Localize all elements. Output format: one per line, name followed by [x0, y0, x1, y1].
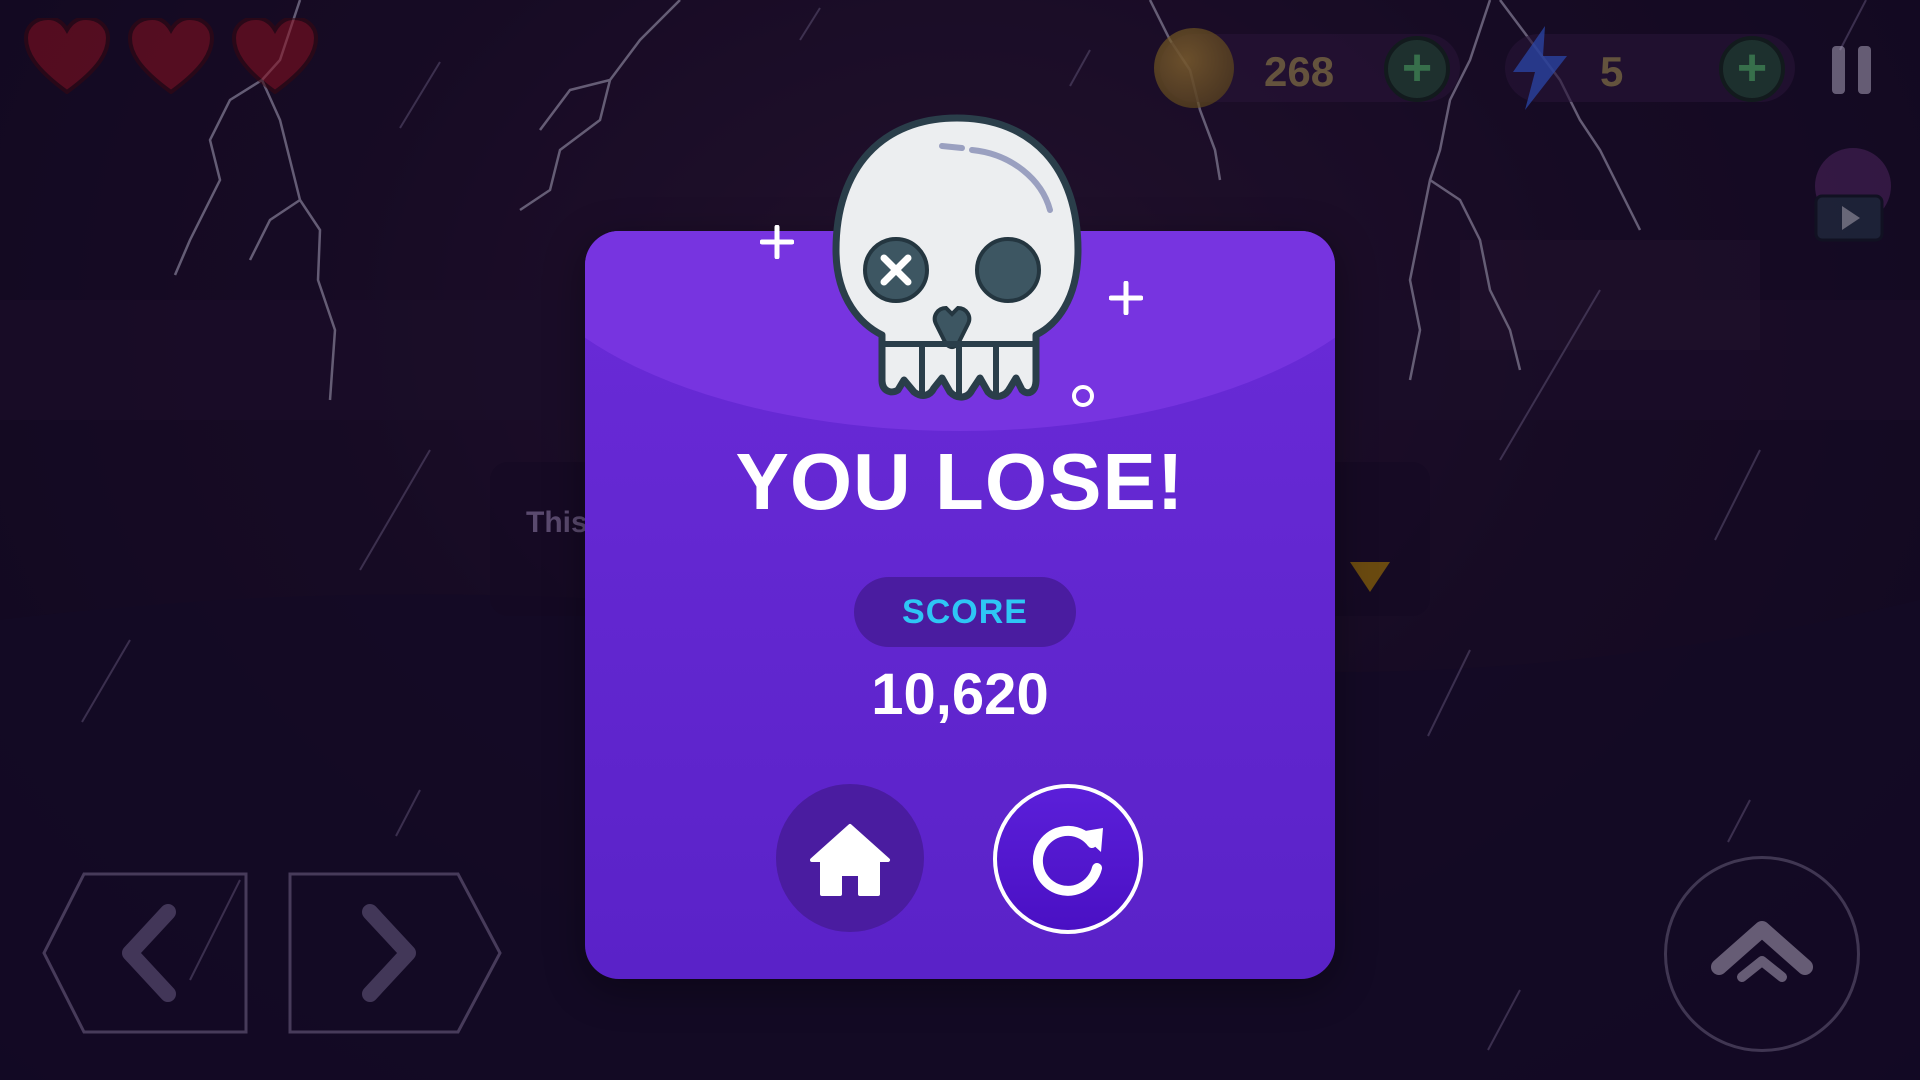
replay-icon [1032, 825, 1103, 896]
coin-icon [1154, 28, 1234, 108]
sparkle-icon [1109, 281, 1143, 315]
coin-counter: 268 + [1154, 28, 1460, 108]
heart-icon [24, 18, 110, 94]
hint-arrow-icon [1350, 562, 1390, 592]
add-coins-button[interactable]: + [1384, 36, 1450, 102]
lightning-icon [1513, 26, 1567, 110]
sparkle-icon [760, 225, 794, 259]
bubble-icon [1072, 385, 1094, 407]
move-left-button[interactable] [40, 872, 250, 1034]
retry-button[interactable] [993, 784, 1143, 934]
home-icon [810, 824, 890, 896]
hint-text: This [526, 506, 588, 539]
score-label: SCORE [854, 577, 1076, 647]
add-energy-button[interactable]: + [1719, 36, 1785, 102]
heart-icon [128, 18, 214, 94]
pause-button[interactable] [1832, 46, 1872, 94]
coin-count: 268 [1264, 48, 1335, 95]
skull-icon [832, 114, 1082, 401]
pause-icon [1832, 46, 1845, 94]
score-value: 10,620 [871, 662, 1049, 727]
move-right-button[interactable] [288, 872, 503, 1034]
lives-display [24, 18, 318, 94]
result-title: YOU LOSE! [735, 437, 1185, 526]
chevron-left-icon [122, 904, 176, 1002]
heart-icon [232, 18, 318, 94]
energy-count: 5 [1600, 48, 1624, 95]
jump-arrow-icon [1711, 921, 1813, 982]
energy-counter: 5 + [1505, 26, 1795, 110]
home-button[interactable] [776, 784, 924, 932]
chevron-right-icon [362, 904, 416, 1002]
video-reward-button[interactable] [1808, 146, 1898, 246]
jump-button[interactable] [1664, 856, 1860, 1052]
